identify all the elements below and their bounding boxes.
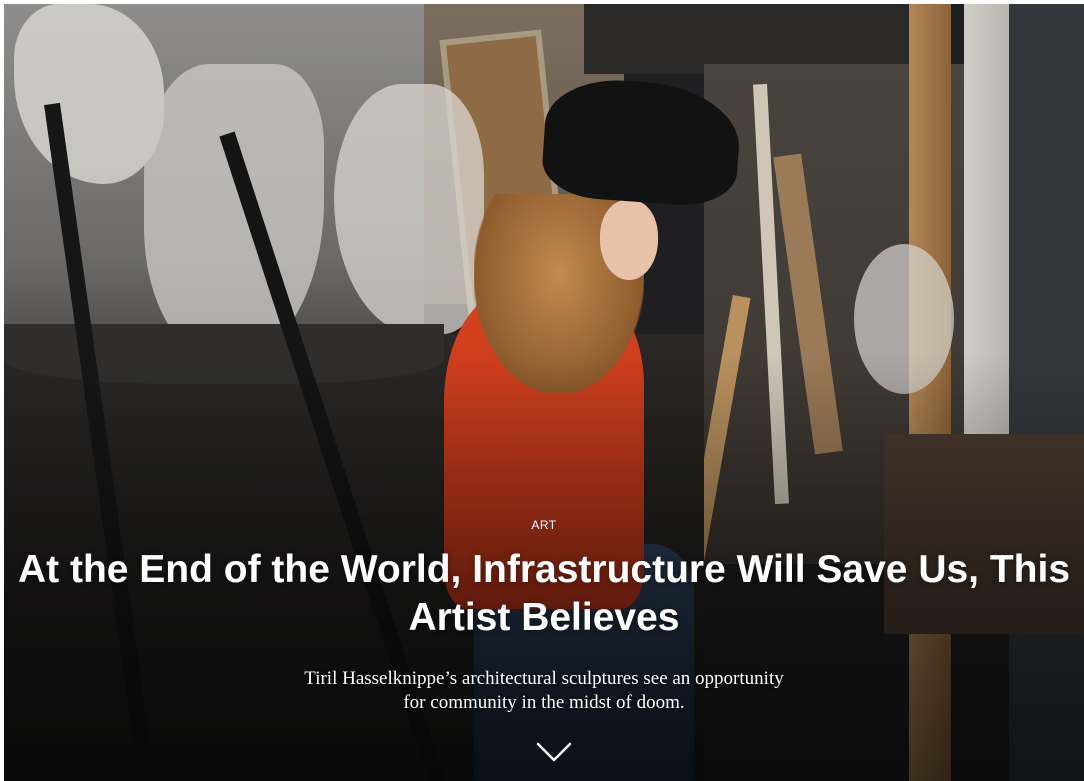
scroll-down-button[interactable] [524,732,584,772]
category-link[interactable]: ART [4,518,1084,532]
hero-text-overlay: ART At the End of the World, Infrastruct… [4,4,1084,781]
article-dek: Tiril Hasselknippe’s architectural sculp… [304,668,784,713]
chevron-down-icon [536,742,572,762]
hero-section: ART At the End of the World, Infrastruct… [4,4,1084,781]
article-headline: At the End of the World, Infrastructure … [17,548,1071,639]
